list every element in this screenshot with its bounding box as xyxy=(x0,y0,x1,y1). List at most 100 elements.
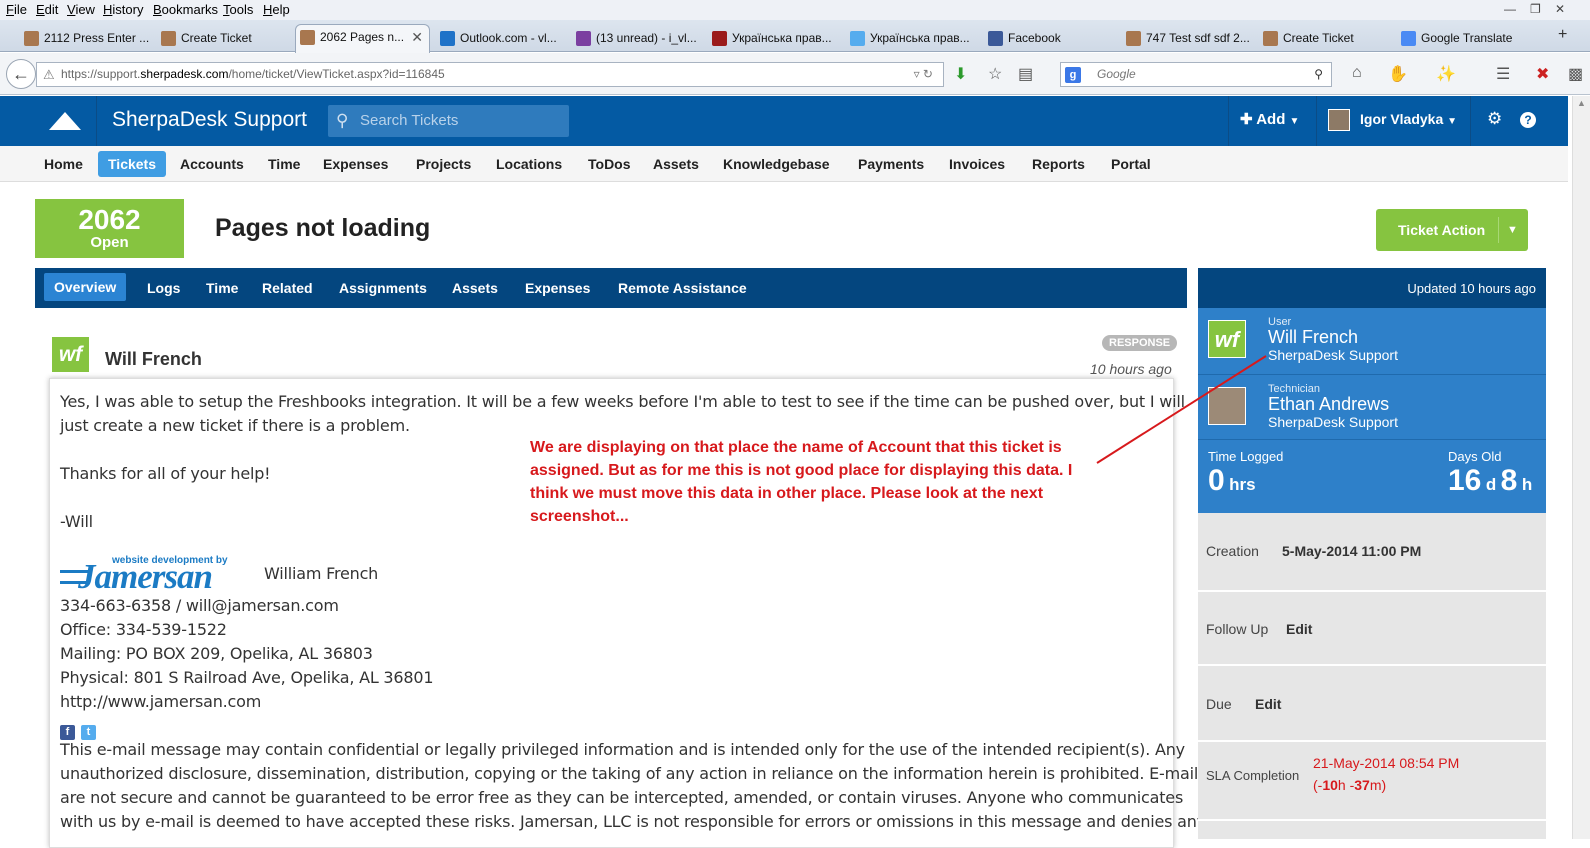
sidebar-next-row xyxy=(1198,821,1546,839)
nav-todos[interactable]: ToDos xyxy=(588,156,631,172)
sherpadesk-mountain-logo-icon[interactable] xyxy=(49,112,81,130)
sidebar-technician[interactable]: Technician Ethan Andrews SherpaDesk Supp… xyxy=(1198,375,1546,441)
nav-accounts[interactable]: Accounts xyxy=(180,156,244,172)
logo-wordmark: Jamersan xyxy=(78,557,213,596)
download-arrow-icon[interactable]: ⬇ xyxy=(954,64,967,84)
nav-locations[interactable]: Locations xyxy=(496,156,562,172)
url-bar[interactable]: ⚠ https://support.sherpadesk.com/home/ti… xyxy=(36,62,944,87)
header-divider xyxy=(96,96,97,146)
home-icon[interactable]: ⌂ xyxy=(1352,64,1362,82)
tab-related[interactable]: Related xyxy=(262,280,313,296)
ticket-title: Pages not loading xyxy=(215,214,431,242)
addon-icon[interactable]: ✨ xyxy=(1436,64,1456,84)
user-menu[interactable]: Igor Vladyka ▼ xyxy=(1360,111,1457,127)
page-scrollbar[interactable]: ▲ xyxy=(1572,96,1590,839)
help-icon[interactable]: ? xyxy=(1520,112,1536,128)
browser-tab[interactable]: Google Translate xyxy=(1397,26,1537,52)
scroll-up-icon[interactable]: ▲ xyxy=(1577,98,1586,108)
due-edit-link[interactable]: Edit xyxy=(1255,696,1281,712)
nav-home[interactable]: Home xyxy=(44,156,83,172)
tab-overview[interactable]: Overview xyxy=(44,273,127,301)
browser-tab[interactable]: Create Ticket xyxy=(157,26,287,52)
nav-assets[interactable]: Assets xyxy=(653,156,699,172)
nav-tickets[interactable]: Tickets xyxy=(98,151,166,177)
jamersan-logo: website development by Jamersan xyxy=(60,555,262,596)
new-tab-icon[interactable]: + xyxy=(1558,26,1567,44)
message-line: Thanks for all of your help! xyxy=(60,464,271,483)
tab-assets[interactable]: Assets xyxy=(452,280,498,296)
menu-help[interactable]: Help xyxy=(263,2,290,17)
search-tickets-input[interactable]: ⚲ Search Tickets xyxy=(328,105,569,137)
ticket-number: 2062 xyxy=(78,204,141,235)
bookmark-star-icon[interactable]: ☆ xyxy=(988,64,1002,84)
tab-assignments[interactable]: Assignments xyxy=(339,280,427,296)
tab-expenses[interactable]: Expenses xyxy=(525,280,590,296)
gear-icon[interactable]: ⚙ xyxy=(1487,109,1502,129)
close-window-icon[interactable]: ✕ xyxy=(1555,2,1565,16)
browser-tab[interactable]: 2112 Press Enter ... xyxy=(20,26,150,52)
menu-tools[interactable]: Tools xyxy=(223,2,253,17)
browser-tab[interactable]: Українська прав... xyxy=(846,26,976,52)
hamburger-menu-icon[interactable]: ☰ xyxy=(1496,64,1510,84)
url-domain: sherpadesk.com xyxy=(140,67,229,81)
nav-invoices[interactable]: Invoices xyxy=(949,156,1005,172)
minimize-icon[interactable]: — xyxy=(1504,2,1516,16)
menu-edit[interactable]: Edit xyxy=(36,2,58,17)
annotation-note: We are displaying on that place the name… xyxy=(530,436,1090,528)
browser-tab[interactable]: Create Ticket xyxy=(1259,26,1389,52)
menu-view[interactable]: View xyxy=(67,2,95,17)
browser-tab[interactable]: (13 unread) - i_vl... xyxy=(572,26,702,52)
days-old-hours: 8 xyxy=(1500,464,1518,497)
menu-file[interactable]: File xyxy=(6,2,27,17)
sidebar-user[interactable]: wf User Will French SherpaDesk Support xyxy=(1198,308,1546,374)
nav-knowledgebase[interactable]: Knowledgebase xyxy=(723,156,830,172)
hand-cursor-icon[interactable]: ✋ xyxy=(1388,64,1408,84)
signature-website-link[interactable]: http://www.jamersan.com xyxy=(60,692,261,711)
days-old-days: 16 xyxy=(1448,464,1482,497)
sherpadesk-favicon-icon xyxy=(1263,31,1278,46)
reload-icon[interactable]: ▿ ↻ xyxy=(914,63,933,86)
nav-payments[interactable]: Payments xyxy=(858,156,924,172)
nav-projects[interactable]: Projects xyxy=(416,156,471,172)
sherpadesk-favicon-icon xyxy=(300,30,315,45)
browser-tab[interactable]: Facebook xyxy=(984,26,1114,52)
bookmarks-list-icon[interactable]: ▤ xyxy=(1018,64,1033,84)
menu-history[interactable]: History xyxy=(103,2,143,17)
close-tab-icon[interactable]: ✕ xyxy=(411,25,423,49)
nav-expenses[interactable]: Expenses xyxy=(323,156,388,172)
menu-bookmarks[interactable]: Bookmarks xyxy=(153,2,218,17)
tab-logs[interactable]: Logs xyxy=(147,280,180,296)
nav-reports[interactable]: Reports xyxy=(1032,156,1085,172)
time-logged-number: 0 xyxy=(1208,464,1225,497)
twitter-icon[interactable]: t xyxy=(81,725,96,740)
user-avatar[interactable] xyxy=(1328,109,1350,131)
hours-unit: h xyxy=(1521,475,1533,494)
sla-overdue-open: (- xyxy=(1313,777,1323,793)
extension-icon[interactable]: ▩ xyxy=(1568,64,1583,84)
warning-icon: ⚠ xyxy=(43,67,55,82)
add-button[interactable]: ✚ Add ▼ xyxy=(1240,110,1299,128)
browser-tab-active[interactable]: 2062 Pages n... ✕ xyxy=(295,24,430,53)
browser-tab[interactable]: 747 Test sdf sdf 2... xyxy=(1122,26,1252,52)
browser-tab[interactable]: Outlook.com - vl... xyxy=(436,26,566,52)
back-arrow-icon[interactable]: ← xyxy=(6,59,36,89)
browser-search-input[interactable]: g Google ⚲ xyxy=(1060,62,1332,87)
tab-label: Google Translate xyxy=(1421,31,1513,45)
browser-navbar: ← ⚠ https://support.sherpadesk.com/home/… xyxy=(0,53,1590,95)
restore-icon[interactable]: ❐ xyxy=(1530,2,1541,16)
sla-overdue: (-10h -37m) xyxy=(1313,777,1386,793)
pocket-icon[interactable]: ✖ xyxy=(1536,64,1549,84)
search-icon[interactable]: ⚲ xyxy=(1314,63,1323,86)
brand-title[interactable]: SherpaDesk Support xyxy=(112,108,307,132)
caret-down-icon[interactable]: ▼ xyxy=(1507,209,1518,251)
tab-remote-assistance[interactable]: Remote Assistance xyxy=(618,280,747,296)
nav-portal[interactable]: Portal xyxy=(1111,156,1151,172)
follow-up-edit-link[interactable]: Edit xyxy=(1286,621,1312,637)
ticket-action-button[interactable]: Ticket Action ▼ xyxy=(1376,209,1528,251)
sidebar-people-panel: wf User Will French SherpaDesk Support T… xyxy=(1198,308,1546,513)
facebook-icon[interactable]: f xyxy=(60,725,75,740)
divider xyxy=(1198,439,1546,440)
tab-time[interactable]: Time xyxy=(206,280,238,296)
nav-time[interactable]: Time xyxy=(268,156,300,172)
browser-tab[interactable]: Українська прав... xyxy=(708,26,838,52)
